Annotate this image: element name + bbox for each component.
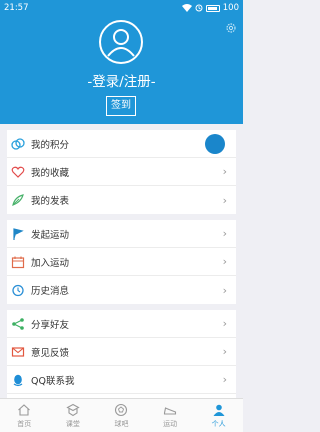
share-icon [11,317,25,331]
points-icon [11,137,25,151]
tab-label: 首页 [17,420,32,428]
status-icons: 100 [181,3,239,13]
home-icon [18,404,31,416]
publish-icon [11,193,25,207]
battery-icon [205,4,220,12]
alarm-icon [195,4,203,12]
menu-item-label: 意见反馈 [31,347,70,359]
chevron-right-icon: › [222,255,227,268]
points-badge [205,134,225,154]
settings-gear-icon[interactable] [225,22,237,34]
flag-icon [11,227,25,241]
menu-item-qq-contact[interactable]: QQ联系我 › [7,366,236,394]
menu-item-posts[interactable]: 我的发表 › [7,186,236,214]
menu-item-label: QQ联系我 [31,375,75,387]
profile-header: -登录/注册- 签到 [0,16,243,124]
tab-personal[interactable]: 个人 [194,399,243,432]
tab-classroom[interactable]: 课堂 [49,399,98,432]
menu-item-label: 加入运动 [31,257,70,269]
chevron-right-icon: › [222,373,227,386]
tab-label: 球吧 [114,420,129,428]
user-avatar-icon [107,29,135,57]
battery-level: 100 [222,3,239,13]
shoe-icon [164,407,177,415]
classroom-icon [66,403,80,417]
chevron-right-icon: › [222,227,227,240]
tab-ball[interactable]: 球吧 [97,399,146,432]
qq-icon [11,373,25,387]
menu-item-history[interactable]: 历史消息 › [7,276,236,304]
chevron-right-icon: › [222,317,227,330]
ball-icon [115,403,128,417]
menu-group-account: 我的积分 我的收藏 › 我的发表 › [7,130,236,214]
menu-item-label: 分享好友 [31,319,70,331]
chevron-right-icon: › [222,345,227,358]
bottom-tab-bar: 首页 课堂 球吧 运动 个人 [0,398,243,432]
avatar[interactable] [99,20,143,64]
status-bar: 21:57 100 [0,0,243,16]
chevron-right-icon: › [222,165,227,178]
menu-group-activity: 发起运动 › 加入运动 › 历史消息 › [7,220,236,304]
signin-button[interactable]: 签到 [106,96,136,116]
menu-item-label: 历史消息 [31,286,70,297]
chevron-right-icon: › [222,283,227,297]
login-register-link[interactable]: -登录/注册- [0,70,243,90]
status-time: 21:57 [4,3,29,13]
menu-item-label: 我的收藏 [31,167,70,179]
menu-item-label: 我的发表 [31,196,70,207]
menu-item-points[interactable]: 我的积分 [7,130,236,158]
menu-item-join-activity[interactable]: 加入运动 › [7,248,236,276]
calendar-icon [11,255,25,269]
tab-label: 运动 [163,420,178,428]
person-icon [213,404,225,416]
menu-item-start-activity[interactable]: 发起运动 › [7,220,236,248]
menu-item-label: 发起运动 [31,229,70,241]
clock-icon [11,283,25,297]
menu-list: 我的积分 我的收藏 › 我的发表 › 发起运动 › 加入运动 › 历史消息 › … [7,130,236,428]
tab-sport[interactable]: 运动 [146,399,195,432]
menu-item-share[interactable]: 分享好友 › [7,310,236,338]
menu-item-favorites[interactable]: 我的收藏 › [7,158,236,186]
wifi-icon [181,4,192,12]
menu-item-feedback[interactable]: 意见反馈 › [7,338,236,366]
mail-icon [11,345,25,359]
tab-label: 个人 [211,420,226,428]
chevron-right-icon: › [222,193,227,207]
tab-home[interactable]: 首页 [0,399,49,432]
favorite-icon [11,165,25,179]
tab-label: 课堂 [65,420,80,428]
